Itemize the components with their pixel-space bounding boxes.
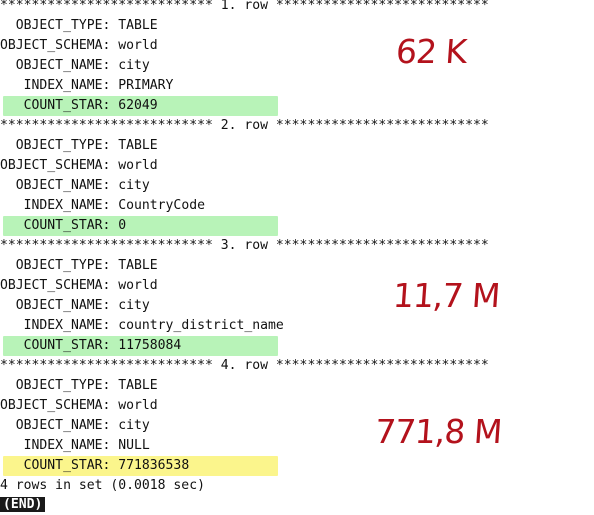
- field-object-type: OBJECT_TYPE: TABLE: [0, 256, 158, 276]
- annotation-row-3: 11,7 M: [391, 276, 501, 315]
- field-index-name: INDEX_NAME: CountryCode: [0, 196, 205, 216]
- field-value: world: [118, 278, 158, 293]
- field-object-name: OBJECT_NAME: city: [0, 56, 150, 76]
- field-index-name: INDEX_NAME: country_district_name: [0, 316, 284, 336]
- field-value: world: [118, 38, 158, 53]
- field-value: NULL: [118, 438, 150, 453]
- field-label: OBJECT_SCHEMA:: [0, 278, 119, 293]
- field-label: OBJECT_NAME:: [0, 298, 119, 313]
- field-value: city: [118, 178, 150, 193]
- field-value: city: [118, 298, 150, 313]
- field-label: INDEX_NAME:: [0, 318, 119, 333]
- field-label: OBJECT_NAME:: [0, 58, 119, 73]
- field-label: OBJECT_TYPE:: [0, 18, 119, 33]
- field-value: 62049: [118, 98, 158, 113]
- field-label: INDEX_NAME:: [0, 198, 119, 213]
- field-value: 11758084: [118, 338, 182, 353]
- field-object-schema: OBJECT_SCHEMA: world: [0, 396, 158, 416]
- pager-end-line[interactable]: (END): [0, 495, 46, 515]
- field-label: OBJECT_TYPE:: [0, 138, 119, 153]
- row-header: *************************** 2. row *****…: [0, 118, 489, 133]
- field-object-name: OBJECT_NAME: city: [0, 176, 150, 196]
- field-value: PRIMARY: [118, 78, 174, 93]
- annotation-row-4: 771,8 M: [373, 412, 503, 451]
- field-value: TABLE: [118, 378, 158, 393]
- pager-end-marker[interactable]: (END): [0, 497, 46, 512]
- field-label: INDEX_NAME:: [0, 78, 119, 93]
- field-value: city: [118, 58, 150, 73]
- field-label: OBJECT_NAME:: [0, 418, 119, 433]
- field-object-schema: OBJECT_SCHEMA: world: [0, 156, 158, 176]
- field-label: COUNT_STAR:: [0, 98, 119, 113]
- count-star-highlight: COUNT_STAR: 771836538: [3, 456, 278, 476]
- row-header: *************************** 3. row *****…: [0, 238, 489, 253]
- field-index-name: INDEX_NAME: PRIMARY: [0, 76, 174, 96]
- field-label: COUNT_STAR:: [0, 458, 119, 473]
- field-object-name: OBJECT_NAME: city: [0, 416, 150, 436]
- field-label: COUNT_STAR:: [0, 338, 119, 353]
- field-value: CountryCode: [118, 198, 205, 213]
- field-object-schema: OBJECT_SCHEMA: world: [0, 36, 158, 56]
- field-label: OBJECT_SCHEMA:: [0, 158, 119, 173]
- row-header: *************************** 1. row *****…: [0, 0, 489, 13]
- count-star-highlight: COUNT_STAR: 11758084: [3, 336, 278, 356]
- field-object-type: OBJECT_TYPE: TABLE: [0, 16, 158, 36]
- count-star-highlight: COUNT_STAR: 62049: [3, 96, 278, 116]
- row-header: *************************** 4. row *****…: [0, 358, 489, 373]
- field-value: world: [118, 398, 158, 413]
- field-value: world: [118, 158, 158, 173]
- field-value: country_district_name: [118, 318, 284, 333]
- field-value: TABLE: [118, 18, 158, 33]
- field-label: OBJECT_TYPE:: [0, 378, 119, 393]
- count-star-highlight: COUNT_STAR: 0: [3, 216, 278, 236]
- field-label: OBJECT_NAME:: [0, 178, 119, 193]
- annotation-row-1: 62 K: [394, 32, 468, 71]
- field-label: OBJECT_TYPE:: [0, 258, 119, 273]
- field-value: city: [118, 418, 150, 433]
- field-object-type: OBJECT_TYPE: TABLE: [0, 376, 158, 396]
- field-value: TABLE: [118, 138, 158, 153]
- field-label: OBJECT_SCHEMA:: [0, 38, 119, 53]
- field-label: COUNT_STAR:: [0, 218, 119, 233]
- field-value: TABLE: [118, 258, 158, 273]
- result-summary: 4 rows in set (0.0018 sec): [0, 478, 205, 493]
- field-object-name: OBJECT_NAME: city: [0, 296, 150, 316]
- field-value: 771836538: [118, 458, 190, 473]
- field-object-type: OBJECT_TYPE: TABLE: [0, 136, 158, 156]
- field-object-schema: OBJECT_SCHEMA: world: [0, 276, 158, 296]
- field-label: INDEX_NAME:: [0, 438, 119, 453]
- field-value: 0: [118, 218, 127, 233]
- field-label: OBJECT_SCHEMA:: [0, 398, 119, 413]
- field-index-name: INDEX_NAME: NULL: [0, 436, 150, 456]
